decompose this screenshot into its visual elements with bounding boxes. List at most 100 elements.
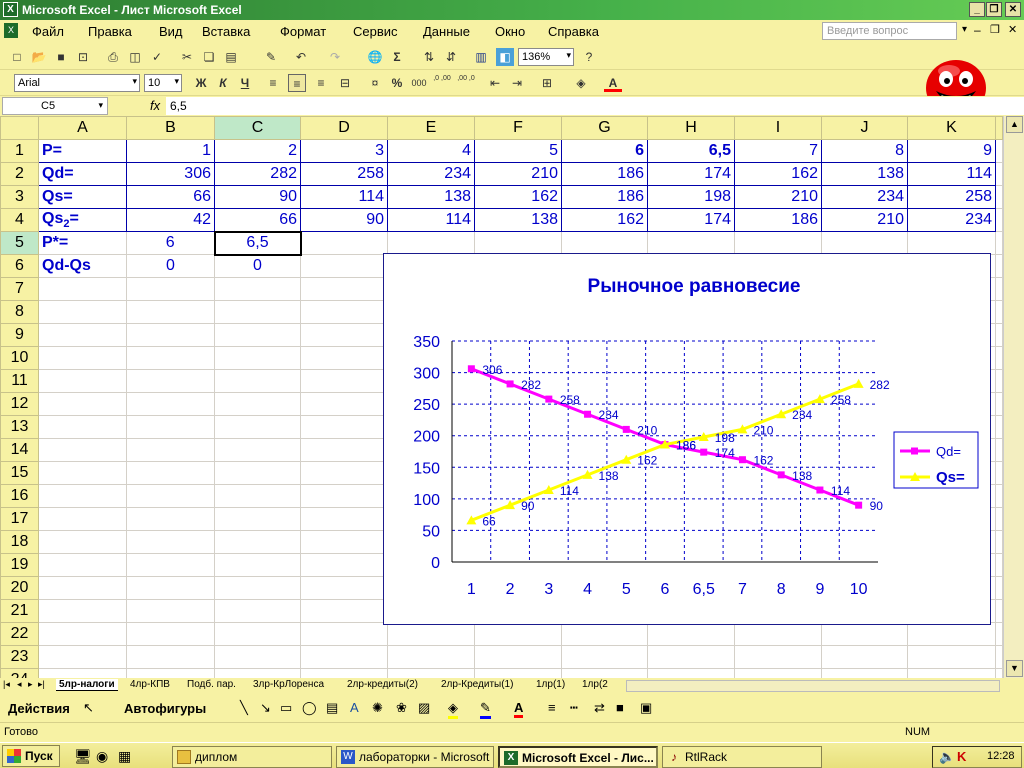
tab-first-icon[interactable]: |◂ [3, 679, 10, 690]
cell[interactable] [995, 530, 1003, 554]
bold-button[interactable]: Ж [192, 74, 210, 92]
cell[interactable] [214, 484, 301, 508]
cell[interactable] [38, 645, 127, 669]
permission-icon[interactable]: ⊡ [74, 48, 92, 66]
cell[interactable] [38, 553, 127, 577]
increase-indent-icon[interactable]: ⇥ [508, 74, 526, 92]
cell[interactable] [126, 369, 215, 393]
cell[interactable]: 210 [474, 162, 562, 186]
diagram-icon[interactable]: ✺ [372, 700, 383, 716]
cell[interactable] [561, 645, 648, 669]
cell[interactable] [126, 461, 215, 485]
cell[interactable]: 162 [561, 208, 648, 232]
cell[interactable] [474, 668, 562, 678]
fill-color-draw-icon[interactable]: ◈ [448, 700, 458, 719]
horizontal-scrollbar[interactable] [626, 680, 1000, 692]
cell[interactable] [126, 346, 215, 370]
cell[interactable] [214, 668, 301, 678]
row-header[interactable]: 22 [0, 622, 39, 646]
select-all-corner[interactable] [0, 116, 39, 140]
cell[interactable] [300, 461, 388, 485]
cell[interactable] [734, 231, 822, 255]
name-box[interactable]: C5 ▾ [2, 97, 108, 115]
help-dropdown-icon[interactable]: ▾ [962, 24, 967, 35]
cell[interactable]: 2 [214, 139, 301, 163]
cell[interactable]: 90 [214, 185, 301, 209]
cell[interactable]: 3 [300, 139, 388, 163]
workbook-icon[interactable]: X [4, 23, 18, 38]
line-icon[interactable]: ╲ [240, 700, 248, 716]
cell[interactable] [214, 599, 301, 623]
autosum-icon[interactable]: Σ [388, 48, 406, 66]
decrease-decimal-button[interactable]: ,00 ,0 [456, 74, 476, 92]
insert-function-icon[interactable]: fx [150, 98, 160, 113]
cell[interactable] [300, 530, 388, 554]
spelling-icon[interactable]: ✓ [148, 48, 166, 66]
cell[interactable] [38, 346, 127, 370]
cell[interactable]: 6 [561, 139, 648, 163]
tab-1lr-2[interactable]: 1лр(2 [582, 679, 608, 690]
cell[interactable] [995, 139, 1003, 163]
cell[interactable]: 114 [300, 185, 388, 209]
cell[interactable]: 5 [474, 139, 562, 163]
cell[interactable] [214, 392, 301, 416]
cell[interactable]: 1 [126, 139, 215, 163]
cell[interactable] [387, 231, 475, 255]
tab-next-icon[interactable]: ▸ [28, 679, 33, 690]
italic-button[interactable]: К [214, 74, 232, 92]
task-rtlrack[interactable]: ♪ RtlRack [662, 746, 822, 768]
cell[interactable]: 4 [387, 139, 475, 163]
tab-5lr-nalogi[interactable]: 5лр-налоги [56, 679, 118, 691]
sort-desc-icon[interactable]: ⇵ [442, 48, 460, 66]
row-header[interactable]: 20 [0, 576, 39, 600]
cell[interactable]: 174 [647, 162, 735, 186]
cell[interactable] [300, 484, 388, 508]
scroll-up-icon[interactable]: ▲ [1006, 116, 1023, 133]
cell[interactable] [300, 369, 388, 393]
cell[interactable] [995, 415, 1003, 439]
row-header[interactable]: 18 [0, 530, 39, 554]
textbox-icon[interactable]: ▤ [326, 700, 338, 716]
cell[interactable]: 258 [300, 162, 388, 186]
cell[interactable] [126, 484, 215, 508]
open-icon[interactable]: 📂 [30, 48, 48, 66]
cell[interactable] [214, 300, 301, 324]
thousands-button[interactable]: 000 [410, 74, 428, 92]
new-icon[interactable]: □ [8, 48, 26, 66]
clipart-icon[interactable]: ❀ [396, 700, 407, 716]
row-header[interactable]: 3 [0, 185, 39, 209]
cell[interactable] [214, 438, 301, 462]
line-style-icon[interactable]: ≡ [548, 700, 556, 715]
cell[interactable] [214, 323, 301, 347]
cell[interactable]: 9 [907, 139, 996, 163]
doc-restore-icon[interactable]: ❐ [990, 23, 1000, 36]
percent-button[interactable]: % [388, 74, 406, 92]
scroll-down-icon[interactable]: ▼ [1006, 660, 1023, 677]
cell[interactable]: 234 [907, 208, 996, 232]
row-header[interactable]: 11 [0, 369, 39, 393]
row-header[interactable]: 23 [0, 645, 39, 669]
antivirus-icon[interactable]: K [957, 749, 966, 764]
cell[interactable] [995, 507, 1003, 531]
cell[interactable] [995, 645, 1003, 669]
cell[interactable] [126, 323, 215, 347]
cell[interactable] [214, 461, 301, 485]
line-color-icon[interactable]: ✎ [480, 700, 491, 719]
cell[interactable] [387, 668, 475, 678]
cell[interactable] [214, 622, 301, 646]
cell[interactable] [300, 507, 388, 531]
cell[interactable]: 114 [907, 162, 996, 186]
cell[interactable] [214, 507, 301, 531]
row-header[interactable]: 21 [0, 599, 39, 623]
active-cell[interactable]: 6,5 [213, 230, 302, 256]
cell[interactable]: 186 [561, 185, 648, 209]
row-header[interactable]: 14 [0, 438, 39, 462]
font-name-select[interactable]: Arial ▾ [14, 74, 140, 92]
cell[interactable] [214, 645, 301, 669]
doc-minimize-icon[interactable]: – [974, 23, 981, 37]
start-button[interactable]: Пуск [2, 745, 60, 767]
cell[interactable]: Qs= [38, 185, 127, 209]
cell[interactable]: 282 [214, 162, 301, 186]
cell[interactable] [995, 438, 1003, 462]
cell[interactable] [300, 254, 388, 278]
